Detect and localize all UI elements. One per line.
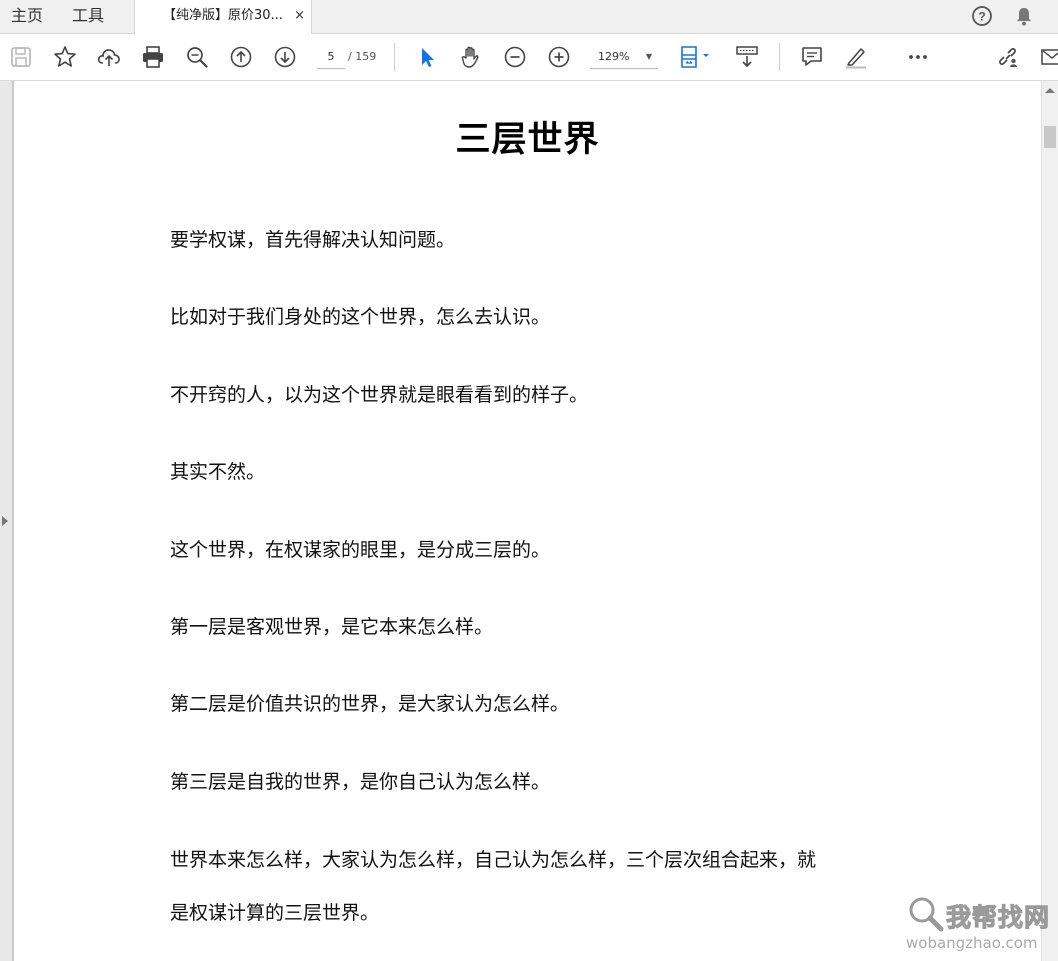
svg-text:?: ?	[978, 10, 985, 24]
page-total-label: / 159	[348, 50, 377, 63]
paragraph: 第三层是自我的世界，是你自己认为怎么样。	[170, 771, 551, 793]
email-icon[interactable]	[1040, 44, 1058, 70]
watermark-url: wobangzhao.com	[906, 934, 1038, 952]
bookmark-star-icon[interactable]	[52, 44, 78, 70]
watermark-logo: 我帮找网 wobangzhao.com	[902, 890, 1058, 961]
paragraph: 比如对于我们身处的这个世界，怎么去认识。	[170, 306, 551, 328]
paragraph: 要学权谋，首先得解决认知问题。	[170, 229, 456, 251]
fit-page-icon[interactable]	[678, 44, 714, 70]
vertical-scrollbar[interactable]	[1041, 81, 1058, 961]
scrollbar-thumb[interactable]	[1044, 126, 1056, 148]
tab-document[interactable]: 【纯净版】原价30... ×	[134, 0, 312, 34]
paragraph: 不开窍的人，以为这个世界就是眼看看到的样子。	[170, 384, 589, 406]
expand-left-panel-icon[interactable]	[2, 516, 8, 526]
document-tab-label: 【纯净版】原价30...	[163, 8, 283, 23]
pdf-page: 三层世界 要学权谋，首先得解决认知问题。 比如对于我们身处的这个世界，怎么去认识…	[14, 81, 1041, 961]
tab-bar: 主页 工具 【纯净版】原价30... × ?	[0, 0, 1058, 34]
zoom-out-icon[interactable]	[502, 44, 528, 70]
share-link-icon[interactable]	[995, 44, 1021, 70]
zoom-search-icon[interactable]	[184, 44, 210, 70]
paragraph: 世界本来怎么样，大家认为怎么样，自己认为怎么样，三个层次组合起来，就	[170, 849, 817, 871]
tab-tools[interactable]: 工具	[72, 0, 104, 33]
zoom-level-value: 129%	[598, 50, 630, 63]
tab-home[interactable]: 主页	[11, 0, 43, 33]
scroll-up-icon[interactable]	[1045, 88, 1055, 93]
save-icon[interactable]	[8, 44, 34, 70]
close-tab-button[interactable]: ×	[294, 0, 305, 32]
notification-bell-icon[interactable]	[1013, 5, 1035, 27]
zoom-level-select[interactable]: 129% ▼	[590, 46, 658, 69]
toolbar-divider	[394, 43, 395, 71]
upload-cloud-icon[interactable]	[96, 44, 122, 70]
scroll-mode-icon[interactable]	[734, 44, 760, 70]
magnifier-logo-icon	[909, 897, 944, 932]
paragraph: 是权谋计算的三层世界。	[170, 902, 380, 924]
hand-tool-icon[interactable]	[458, 44, 484, 70]
print-icon[interactable]	[140, 44, 166, 70]
page-title: 三层世界	[455, 120, 600, 160]
next-page-icon[interactable]	[272, 44, 298, 70]
paragraph: 第二层是价值共识的世界，是大家认为怎么样。	[170, 693, 570, 715]
watermark-brand: 我帮找网	[945, 903, 1051, 933]
paragraph: 这个世界，在权谋家的眼里，是分成三层的。	[170, 539, 551, 561]
paragraph: 其实不然。	[170, 461, 266, 483]
toolbar-divider	[779, 43, 780, 71]
main-toolbar: 5 / 159 129% ▼	[0, 34, 1058, 81]
highlight-pen-icon[interactable]	[843, 44, 869, 70]
zoom-in-icon[interactable]	[546, 44, 572, 70]
page-number-input[interactable]: 5	[317, 46, 345, 69]
comment-icon[interactable]	[799, 44, 825, 70]
select-cursor-icon[interactable]	[414, 44, 440, 70]
more-icon[interactable]	[905, 44, 931, 70]
paragraph: 第一层是客观世界，是它本来怎么样。	[170, 616, 494, 638]
prev-page-icon[interactable]	[228, 44, 254, 70]
help-icon[interactable]: ?	[971, 5, 993, 27]
chevron-down-icon: ▼	[645, 52, 652, 61]
